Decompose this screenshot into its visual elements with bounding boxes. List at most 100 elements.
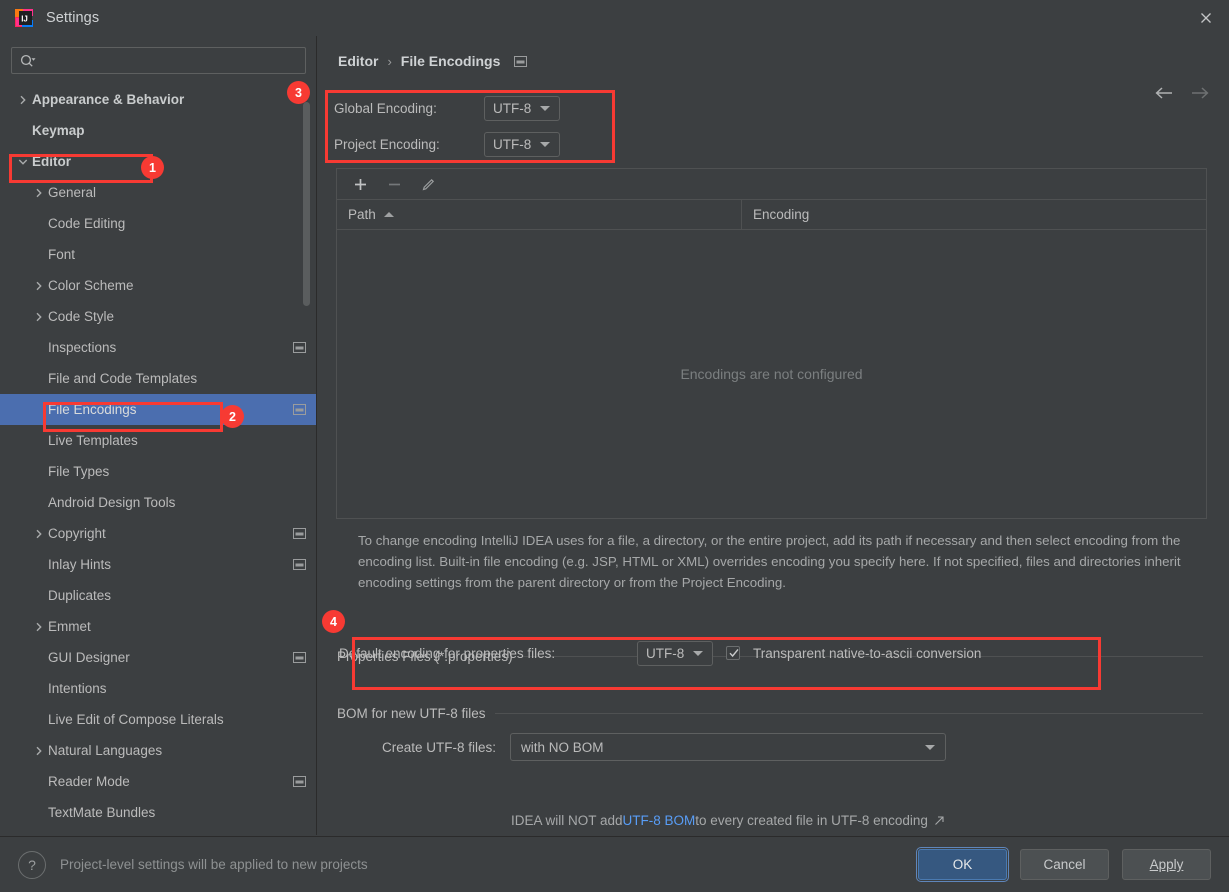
- sidebar-item-label: Appearance & Behavior: [32, 92, 185, 107]
- column-header-path[interactable]: Path: [337, 200, 742, 229]
- arrow-right-icon[interactable]: [1190, 86, 1210, 103]
- settings-tree: Appearance & Behavior Keymap Editor General…: [0, 84, 316, 828]
- transparent-conversion-checkbox[interactable]: [726, 646, 740, 660]
- chevron-right-icon[interactable]: [32, 620, 46, 634]
- encodings-table-body: Encodings are not configured: [337, 230, 1206, 517]
- group-divider: [494, 713, 1203, 714]
- column-header-encoding[interactable]: Encoding: [742, 200, 1206, 229]
- ok-button[interactable]: OK: [916, 847, 1009, 882]
- transparent-conversion-label: Transparent native-to-ascii conversion: [753, 645, 982, 661]
- apply-button-label: Apply: [1149, 857, 1184, 872]
- arrow-left-icon[interactable]: [1154, 86, 1174, 103]
- project-encoding-dropdown[interactable]: UTF-8: [484, 131, 560, 157]
- sidebar-item-natural-languages[interactable]: Natural Languages: [0, 735, 316, 766]
- sidebar-item-intentions[interactable]: Intentions: [0, 673, 316, 704]
- project-scope-icon: [292, 775, 306, 789]
- global-encoding-row: Global Encoding: UTF-8: [334, 90, 560, 126]
- sidebar-item-emmet[interactable]: Emmet: [0, 611, 316, 642]
- chevron-right-icon[interactable]: [16, 93, 30, 107]
- question-mark-icon[interactable]: ?: [18, 850, 46, 879]
- sidebar-item-font[interactable]: Font: [0, 239, 316, 270]
- encodings-table-header: Path Encoding: [337, 200, 1206, 230]
- empty-table-message: Encodings are not configured: [680, 365, 863, 382]
- sidebar-item-label: Natural Languages: [48, 743, 163, 758]
- chevron-right-icon[interactable]: [32, 527, 46, 541]
- search-input[interactable]: [37, 49, 305, 72]
- plus-icon[interactable]: [350, 174, 370, 194]
- sort-ascending-icon: [383, 212, 394, 217]
- sidebar-item-label: Code Editing: [48, 216, 126, 231]
- sidebar-item-live-templates[interactable]: Live Templates: [0, 425, 316, 456]
- utf8-bom-link[interactable]: UTF-8 BOM: [623, 813, 696, 828]
- global-encoding-value: UTF-8: [493, 100, 532, 116]
- sidebar-item-inlay-hints[interactable]: Inlay Hints: [0, 549, 316, 580]
- create-utf8-files-value: with NO BOM: [521, 739, 604, 755]
- sidebar-item-file-and-code-templates[interactable]: File and Code Templates: [0, 363, 316, 394]
- dialog-footer: ? Project-level settings will be applied…: [0, 836, 1229, 892]
- sidebar-item-label: Emmet: [48, 619, 91, 634]
- annotation-badge-4: 4: [322, 610, 345, 633]
- sidebar-item-file-encodings[interactable]: File Encodings: [0, 394, 316, 425]
- sidebar-item-android-design-tools[interactable]: Android Design Tools: [0, 487, 316, 518]
- sidebar-item-copyright[interactable]: Copyright: [0, 518, 316, 549]
- sidebar-item-label: Reader Mode: [48, 774, 130, 789]
- close-icon[interactable]: [1183, 0, 1229, 36]
- sidebar-item-textmate-bundles[interactable]: TextMate Bundles: [0, 797, 316, 828]
- search-area: [0, 36, 316, 74]
- pencil-icon[interactable]: [418, 174, 438, 194]
- project-scope-icon: [514, 55, 528, 68]
- cancel-button[interactable]: Cancel: [1020, 849, 1109, 880]
- project-scope-icon: [292, 558, 306, 572]
- sidebar-item-label: Editor: [32, 154, 71, 169]
- global-encoding-dropdown[interactable]: UTF-8: [484, 95, 560, 121]
- sidebar-item-live-edit-of-compose-literals[interactable]: Live Edit of Compose Literals: [0, 704, 316, 735]
- project-encoding-row: Project Encoding: UTF-8: [334, 126, 560, 162]
- annotation-badge-2: 2: [221, 405, 244, 428]
- sidebar-item-label: File and Code Templates: [48, 371, 198, 386]
- sidebar-item-keymap[interactable]: Keymap: [0, 115, 316, 146]
- sidebar-item-duplicates[interactable]: Duplicates: [0, 580, 316, 611]
- sidebar-item-color-scheme[interactable]: Color Scheme: [0, 270, 316, 301]
- breadcrumb-current: File Encodings: [400, 53, 501, 69]
- sidebar-item-label: Color Scheme: [48, 278, 134, 293]
- chevron-down-icon[interactable]: [16, 155, 30, 169]
- chevron-right-icon[interactable]: [32, 279, 46, 293]
- chevron-right-icon[interactable]: [32, 744, 46, 758]
- chevron-right-icon[interactable]: [32, 186, 46, 200]
- bom-note-prefix: IDEA will NOT add: [511, 813, 623, 828]
- sidebar-item-label: Inlay Hints: [48, 557, 112, 572]
- bom-group-title: BOM for new UTF-8 files: [337, 706, 1203, 721]
- sidebar-item-label: File Encodings: [48, 402, 137, 417]
- encodings-table-block: Path Encoding Encodings are not configur…: [336, 168, 1207, 519]
- sidebar-item-label: Copyright: [48, 526, 106, 541]
- sidebar-item-label: Duplicates: [48, 588, 112, 603]
- dialog-buttons: OK Cancel Apply: [916, 847, 1211, 882]
- window-title-bar: IJ Settings: [0, 0, 1229, 37]
- column-header-encoding-label: Encoding: [753, 207, 810, 222]
- create-utf8-files-dropdown[interactable]: with NO BOM: [510, 733, 946, 761]
- sidebar-scrollbar-thumb[interactable]: [303, 102, 310, 306]
- sidebar-item-general[interactable]: General: [0, 177, 316, 208]
- sidebar-item-reader-mode[interactable]: Reader Mode: [0, 766, 316, 797]
- sidebar-item-code-editing[interactable]: Code Editing: [0, 208, 316, 239]
- chevron-right-icon[interactable]: [32, 310, 46, 324]
- properties-default-encoding-value: UTF-8: [646, 645, 685, 661]
- sidebar-item-file-types[interactable]: File Types: [0, 456, 316, 487]
- intellij-idea-logo: IJ: [14, 8, 34, 28]
- sidebar-item-label: Android Design Tools: [48, 495, 176, 510]
- create-utf8-files-label: Create UTF-8 files:: [381, 739, 496, 755]
- sidebar-item-code-style[interactable]: Code Style: [0, 301, 316, 332]
- sidebar-item-inspections[interactable]: Inspections: [0, 332, 316, 363]
- search-box[interactable]: [11, 47, 306, 74]
- minus-icon[interactable]: [384, 174, 404, 194]
- sidebar-item-gui-designer[interactable]: GUI Designer: [0, 642, 316, 673]
- apply-button[interactable]: Apply: [1122, 849, 1211, 880]
- bom-note: IDEA will NOT add UTF-8 BOM to every cre…: [511, 813, 945, 828]
- sidebar-item-label: Keymap: [32, 123, 85, 138]
- sidebar-item-appearance-behavior[interactable]: Appearance & Behavior: [0, 84, 316, 115]
- breadcrumb-parent[interactable]: Editor: [338, 53, 378, 69]
- settings-main-panel: Editor › File Encodings Global Encoding:…: [317, 36, 1229, 835]
- sidebar-item-label: Live Templates: [48, 433, 138, 448]
- project-scope-icon: [292, 651, 306, 665]
- properties-default-encoding-dropdown[interactable]: UTF-8: [637, 640, 713, 666]
